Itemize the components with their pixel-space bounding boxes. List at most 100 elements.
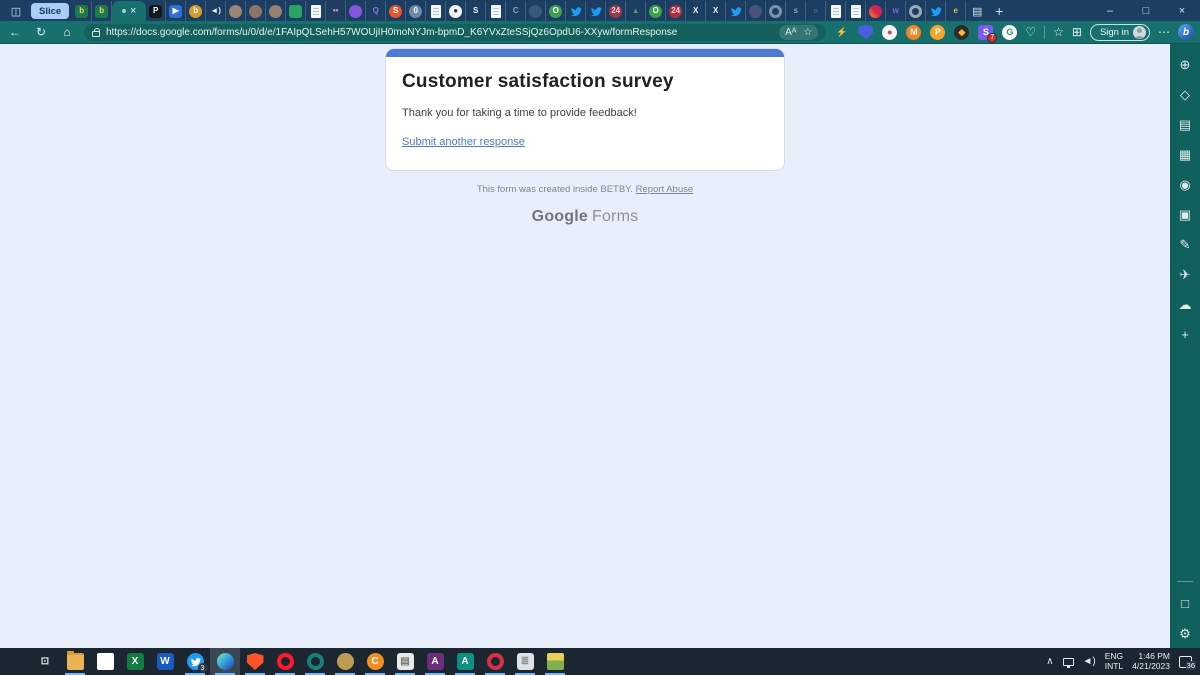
opera-browser[interactable] <box>270 648 300 675</box>
add-favorite-icon[interactable]: ☆ <box>803 27 812 38</box>
new-tab-button[interactable]: + <box>988 1 1010 21</box>
network-icon[interactable] <box>1063 658 1074 666</box>
ext-google-g[interactable]: G <box>1002 25 1017 40</box>
tab-ring-faded[interactable] <box>766 1 786 21</box>
sidebar-panel-icon[interactable]: □ <box>1175 595 1195 612</box>
tab-active-google-forms[interactable]: × <box>112 1 146 21</box>
browser-essentials-icon[interactable]: ♡ <box>1025 25 1036 39</box>
ext-purple-wallet[interactable]: S7 <box>978 25 993 40</box>
tab-list-icon[interactable]: ▤ <box>966 1 988 21</box>
tab-purple-swirl[interactable] <box>346 1 366 21</box>
tab-s-faded[interactable]: s <box>786 1 806 21</box>
notes-app[interactable]: ≣ <box>510 648 540 675</box>
copilot-icon[interactable]: b <box>1178 24 1194 40</box>
notification-center-icon[interactable]: 36 <box>1179 656 1192 668</box>
sidebar-games-icon[interactable]: ◉ <box>1175 176 1195 193</box>
start-button[interactable] <box>0 648 30 675</box>
tab-green-triangle[interactable]: ▲ <box>626 1 646 21</box>
ext-lightning[interactable]: ⚡ <box>834 25 849 40</box>
tab-doc-3[interactable] <box>486 1 506 21</box>
tab-flow[interactable]: •• <box>326 1 346 21</box>
sidebar-tools-icon[interactable]: ▤ <box>1175 116 1195 133</box>
tab-ring-gray[interactable] <box>906 1 926 21</box>
hidden-icons-chevron[interactable]: ∧ <box>1046 656 1053 667</box>
tab-x-1[interactable]: X <box>686 1 706 21</box>
sidebar-send-icon[interactable]: ✈ <box>1175 266 1195 283</box>
home-button[interactable]: ⌂ <box>58 25 76 39</box>
tab-24h-2[interactable]: 24 <box>666 1 686 21</box>
tab-bet365-2[interactable]: b <box>92 1 112 21</box>
address-bar[interactable]: https://docs.google.com/forms/u/0/d/e/1F… <box>84 24 826 41</box>
restore-button[interactable]: □ <box>1128 0 1164 21</box>
tab-8ball[interactable]: ● <box>446 1 466 21</box>
books-app[interactable] <box>540 648 570 675</box>
url-text[interactable]: https://docs.google.com/forms/u/0/d/e/1F… <box>106 27 773 38</box>
brave-browser[interactable] <box>240 648 270 675</box>
sidebar-search-icon[interactable]: ⊕ <box>1175 56 1195 73</box>
submit-another-response-link[interactable]: Submit another response <box>402 136 525 148</box>
tab-doc-4[interactable] <box>826 1 846 21</box>
tab-bet365[interactable]: b <box>72 1 92 21</box>
minimize-button[interactable]: – <box>1092 0 1128 21</box>
tab-slate-o[interactable]: 0 <box>406 1 426 21</box>
clock[interactable]: 1:46 PM 4/21/2023 <box>1132 652 1170 672</box>
tab-green-o-2[interactable]: O <box>646 1 666 21</box>
ext-metamask[interactable]: M <box>906 25 921 40</box>
word[interactable]: W <box>150 648 180 675</box>
opera-red-app[interactable] <box>480 648 510 675</box>
opera-teal-browser[interactable] <box>300 648 330 675</box>
back-button[interactable]: ← <box>6 25 24 39</box>
teal-a-app[interactable]: A <box>450 648 480 675</box>
close-button[interactable]: × <box>1164 0 1200 21</box>
sidebar-compose-icon[interactable]: ✎ <box>1175 236 1195 253</box>
tab-close-icon[interactable]: × <box>130 6 136 17</box>
ext-binance[interactable]: ◆ <box>954 25 969 40</box>
tab-e-yellow[interactable]: e <box>946 1 966 21</box>
tab-b-coin[interactable]: b <box>186 1 206 21</box>
sign-in-button[interactable]: Sign in <box>1090 24 1150 41</box>
tab-purple-faded[interactable] <box>746 1 766 21</box>
ext-shield[interactable] <box>858 25 873 40</box>
tab-twitter-2[interactable] <box>586 1 606 21</box>
ava-app[interactable]: A <box>420 648 450 675</box>
sidebar-add-icon[interactable]: + <box>1175 326 1195 343</box>
twitter[interactable]: 3 <box>180 648 210 675</box>
ext-p-coin[interactable]: P <box>930 25 945 40</box>
text-size-icon[interactable]: Aᴬ <box>785 27 796 38</box>
tab-twitter-3[interactable] <box>726 1 746 21</box>
coin-app[interactable]: C <box>360 648 390 675</box>
tab-actions-icon[interactable]: ◫ <box>4 1 28 21</box>
tab-search-faded[interactable]: ○ <box>806 1 826 21</box>
sidebar-photos-icon[interactable]: ▣ <box>1175 206 1195 223</box>
tab-muted-1[interactable] <box>226 1 246 21</box>
tab-spreadsheet[interactable] <box>286 1 306 21</box>
sidebar-shopping-icon[interactable]: ◇ <box>1175 86 1195 103</box>
tab-twitter-1[interactable] <box>566 1 586 21</box>
tab-24h-1[interactable]: 24 <box>606 1 626 21</box>
tab-muted-3[interactable] <box>266 1 286 21</box>
task-view-button[interactable]: ⊡ <box>30 648 60 675</box>
collections-icon[interactable]: ⊞ <box>1072 25 1082 39</box>
tab-twitter-4[interactable] <box>926 1 946 21</box>
tab-doc-2[interactable] <box>426 1 446 21</box>
tab-muted-2[interactable] <box>246 1 266 21</box>
excel[interactable]: X <box>120 648 150 675</box>
tab-speaker[interactable]: ◄) <box>206 1 226 21</box>
report-abuse-link[interactable]: Report Abuse <box>636 184 694 195</box>
sidebar-settings-icon[interactable]: ⚙ <box>1175 625 1195 642</box>
tab-video[interactable]: ▶ <box>166 1 186 21</box>
tab-flame-s[interactable]: S <box>386 1 406 21</box>
ext-red-circle[interactable]: ● <box>882 25 897 40</box>
tab-group-slice[interactable]: Slice <box>31 3 69 19</box>
bee-app[interactable] <box>330 648 360 675</box>
more-menu-icon[interactable]: ⋯ <box>1158 25 1170 39</box>
tab-q-app[interactable]: Q <box>366 1 386 21</box>
tab-x-2[interactable]: X <box>706 1 726 21</box>
news-app[interactable]: ▤ <box>390 648 420 675</box>
sidebar-banking-icon[interactable]: ▦ <box>1175 146 1195 163</box>
tab-w-purple[interactable]: w <box>886 1 906 21</box>
tab-green-o-1[interactable]: O <box>546 1 566 21</box>
tab-swirl-faded[interactable] <box>526 1 546 21</box>
favorites-icon[interactable]: ☆ <box>1053 25 1064 39</box>
tab-doc-1[interactable] <box>306 1 326 21</box>
